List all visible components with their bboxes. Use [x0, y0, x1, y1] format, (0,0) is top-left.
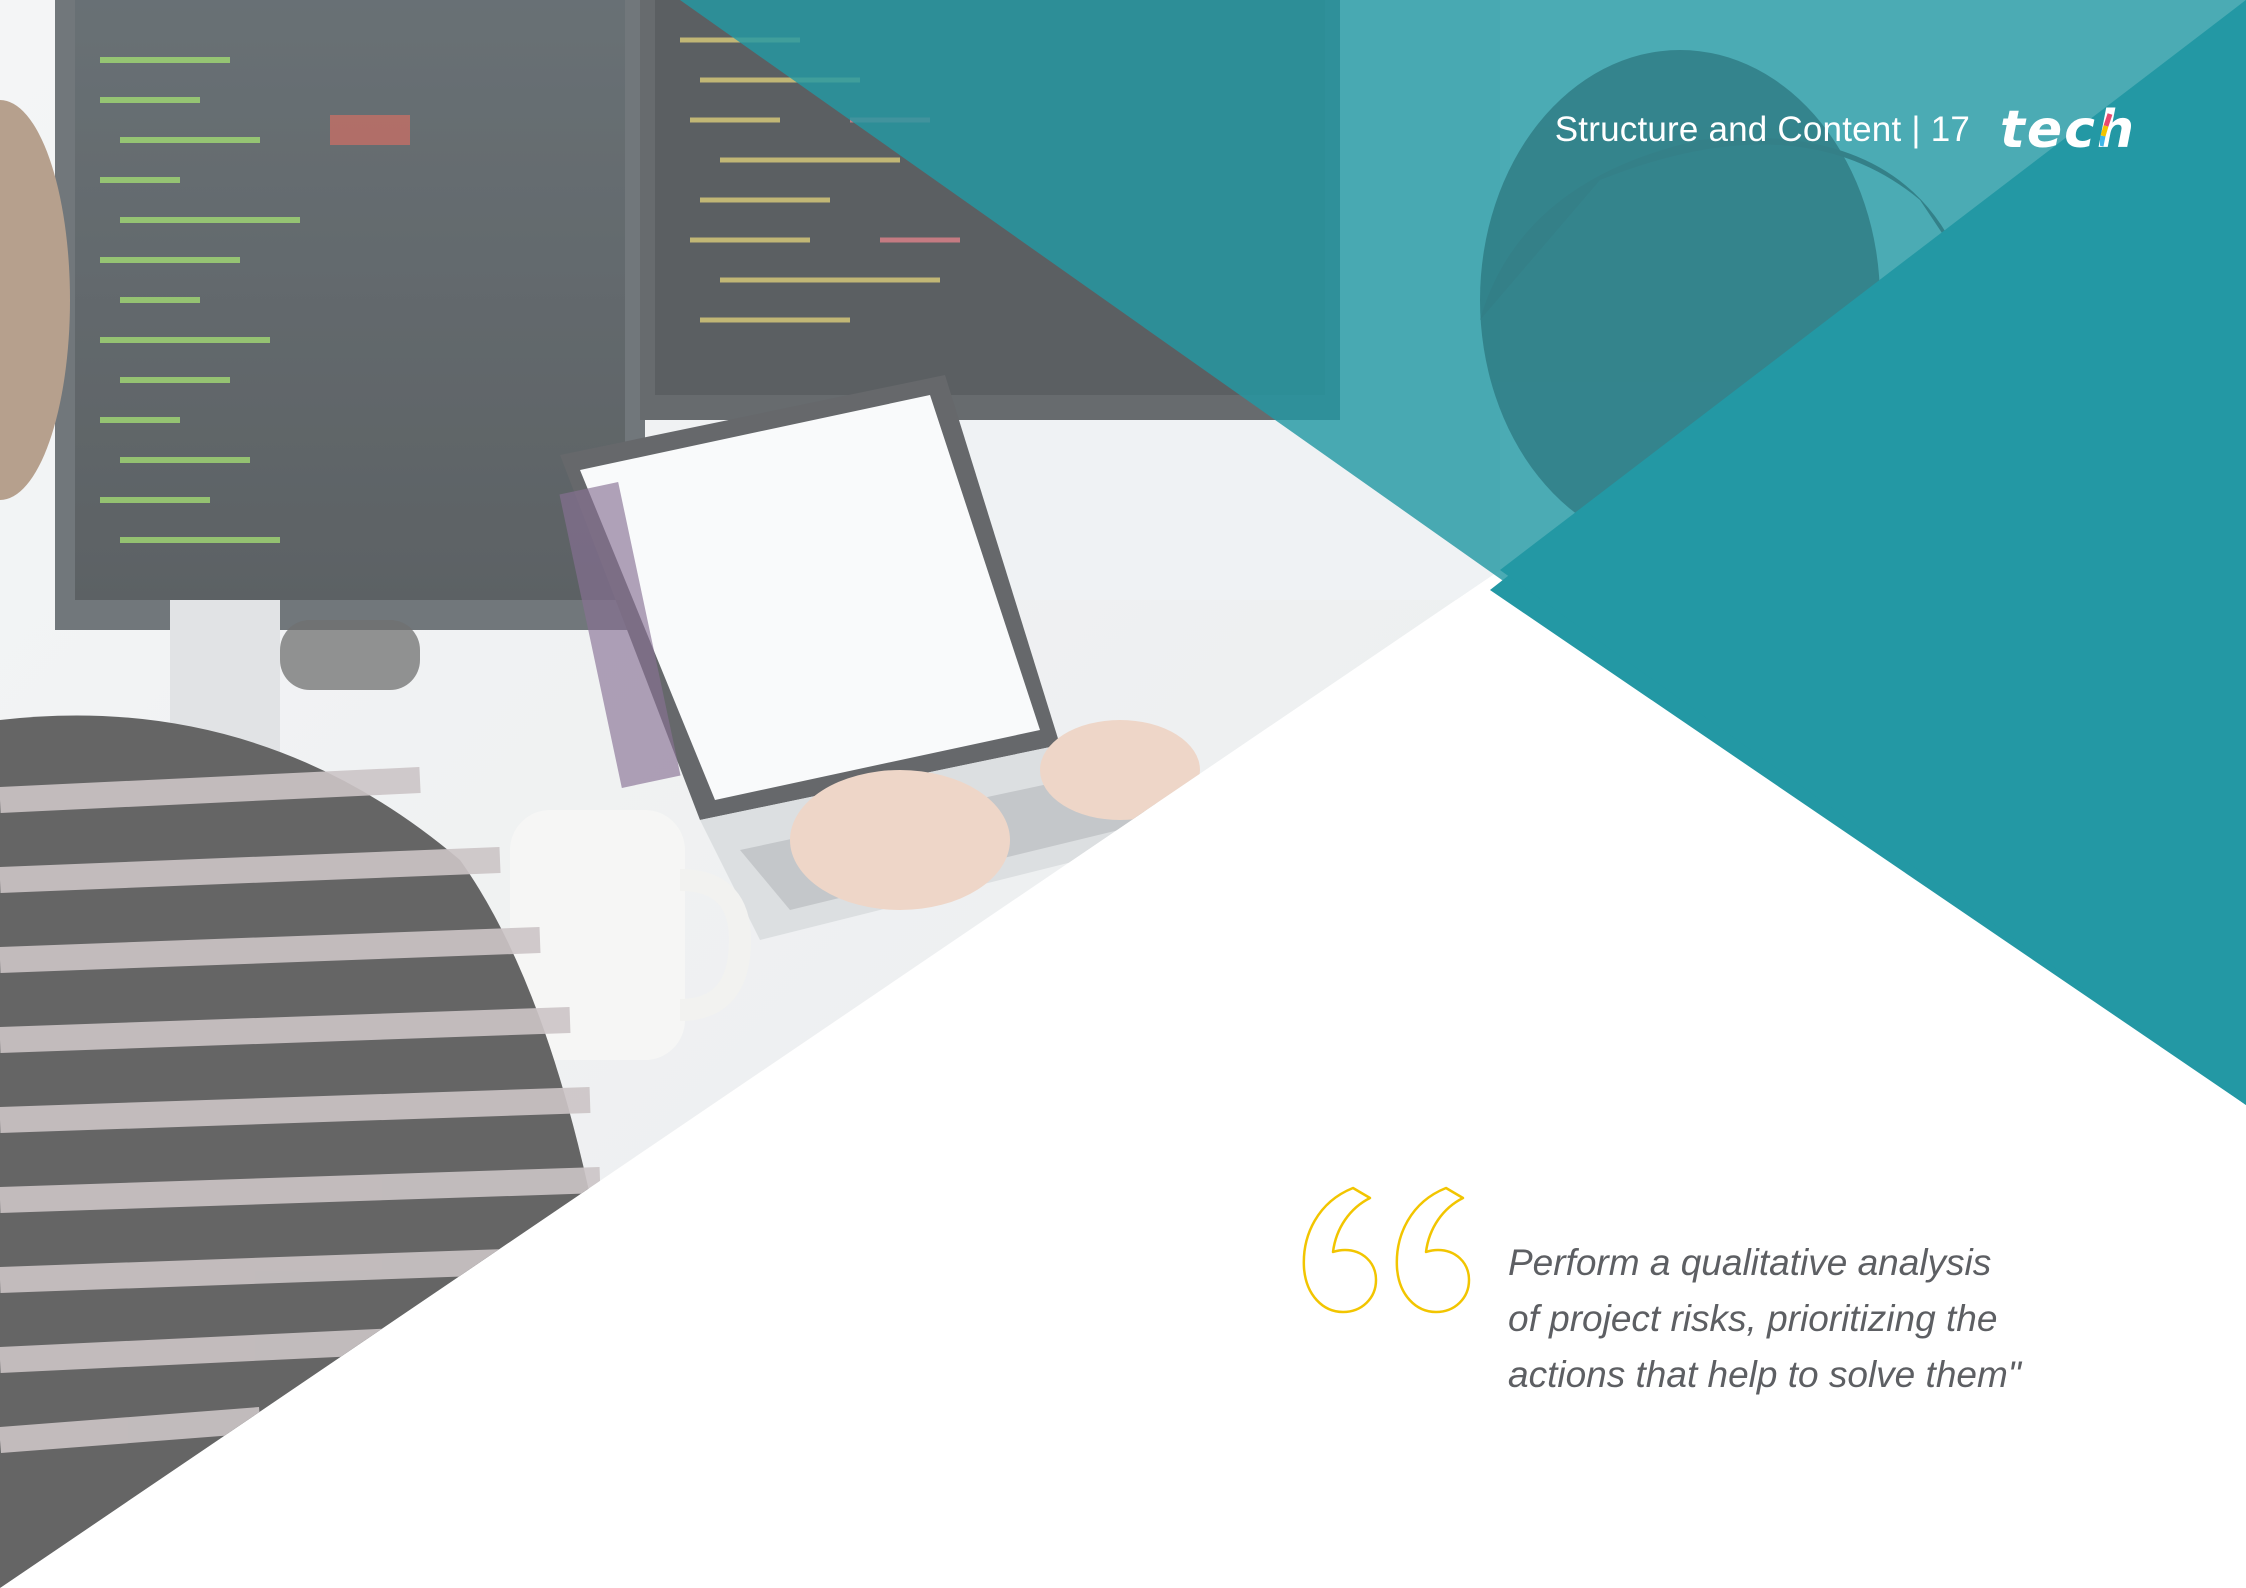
- page-number: 17: [1930, 110, 1971, 149]
- brochure-page: Structure and Content | 17 tech Perform …: [0, 0, 2246, 1588]
- opening-quote-icon: [1302, 1186, 1471, 1314]
- quote-text: Perform a qualitative analysis of projec…: [1508, 1235, 2108, 1403]
- quote-line-2: of project risks, prioritizing the: [1508, 1298, 1998, 1339]
- section-title: Structure and Content: [1554, 110, 1902, 149]
- quote-line-1: Perform a qualitative analysis: [1508, 1242, 1992, 1283]
- logo-accent-icon: [2100, 113, 2113, 147]
- header-title-group: Structure and Content | 17: [1555, 110, 1970, 150]
- page-header: Structure and Content | 17 tech: [1555, 100, 2136, 160]
- tech-logo: tech: [2000, 100, 2136, 160]
- header-separator: |: [1911, 110, 1921, 149]
- quote-line-3: actions that help to solve them": [1508, 1354, 2021, 1395]
